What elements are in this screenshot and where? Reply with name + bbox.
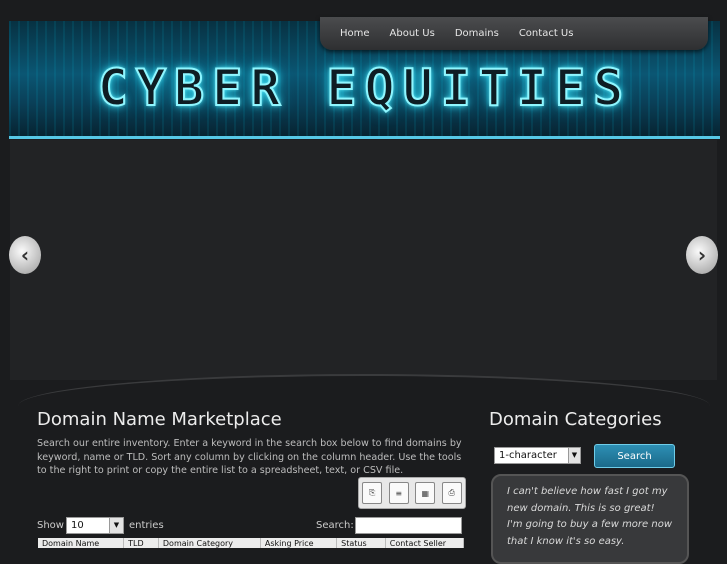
excel-icon[interactable]: ▦	[415, 482, 436, 504]
page: CYBER EQUITIES Home About Us Domains Con…	[0, 0, 727, 564]
page-title: Domain Name Marketplace	[37, 409, 282, 430]
table-tools: ⎘ ≡ ▦ ⎙	[358, 477, 466, 509]
nav-contact-us[interactable]: Contact Us	[519, 28, 574, 39]
slider-next-icon[interactable]: ›	[686, 236, 718, 274]
image-slider	[10, 140, 717, 380]
search-input[interactable]	[355, 517, 462, 534]
entries-value: 10	[71, 520, 84, 531]
show-label: Show	[37, 520, 64, 531]
nav-home[interactable]: Home	[340, 28, 370, 39]
column-header-domain-name[interactable]: Domain Name	[38, 538, 125, 548]
copy-icon[interactable]: ⎘	[362, 482, 383, 504]
nav-domains[interactable]: Domains	[455, 28, 499, 39]
entries-select[interactable]: 10 ▼	[66, 517, 124, 534]
column-header-asking-price[interactable]: Asking Price	[261, 538, 338, 548]
column-header-domain-category[interactable]: Domain Category	[159, 538, 261, 548]
chevron-down-icon: ▼	[568, 448, 580, 463]
category-value: 1-character	[499, 450, 557, 461]
print-icon[interactable]: ⎙	[441, 482, 462, 504]
slider-prev-icon[interactable]: ‹	[9, 236, 41, 274]
banner-stripe	[9, 136, 720, 139]
category-select[interactable]: 1-character ▼	[494, 447, 581, 464]
entries-label: entries	[129, 520, 164, 531]
csv-icon[interactable]: ≡	[388, 482, 409, 504]
category-search-button[interactable]: Search	[594, 444, 675, 468]
column-header-status[interactable]: Status	[337, 538, 386, 548]
sidebar-title: Domain Categories	[489, 409, 662, 430]
column-header-tld[interactable]: TLD	[124, 538, 159, 548]
search-label: Search:	[316, 520, 354, 531]
testimonial: I can't believe how fast I got my new do…	[491, 474, 689, 564]
intro-text: Search our entire inventory. Enter a key…	[37, 438, 462, 476]
nav-about-us[interactable]: About Us	[390, 28, 435, 39]
chevron-down-icon: ▼	[109, 518, 123, 533]
site-logo[interactable]: CYBER EQUITIES	[9, 58, 720, 118]
column-header-contact-seller[interactable]: Contact Seller	[386, 538, 464, 548]
main-nav: Home About Us Domains Contact Us	[320, 17, 708, 50]
table-header: Domain Name TLD Domain Category Asking P…	[38, 538, 464, 548]
